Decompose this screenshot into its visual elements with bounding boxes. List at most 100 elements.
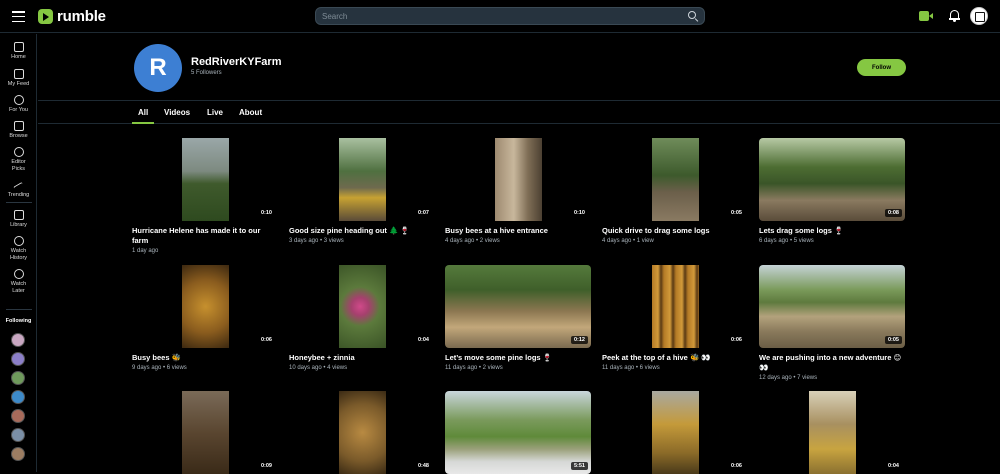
following-channel-avatar[interactable] [11, 333, 25, 347]
video-thumbnail[interactable]: 0:06 [602, 391, 748, 474]
sidebar-item-home[interactable]: Home [0, 42, 37, 61]
video-title[interactable]: Honeybee + zinnia [289, 353, 435, 363]
sidebar: Home My Feed For You Browse Editor Picks… [0, 34, 37, 472]
rumble-logo-icon [38, 9, 53, 24]
rumble-logo[interactable]: rumble [38, 8, 106, 25]
video-thumbnail[interactable]: 0:09 [132, 391, 278, 474]
sidebar-item-my-feed[interactable]: My Feed [0, 69, 37, 88]
sidebar-item-watch-later[interactable]: Watch Later [0, 269, 37, 294]
tab-live[interactable]: Live [207, 108, 223, 117]
video-title[interactable]: Quick drive to drag some logs [602, 226, 748, 236]
following-channel-avatar[interactable] [11, 447, 25, 461]
sidebar-divider [6, 309, 32, 310]
video-thumbnail[interactable]: 0:05 [759, 265, 905, 348]
channel-header: R RedRiverKYFarm 5 Followers Follow [38, 34, 1000, 101]
video-duration: 0:07 [414, 209, 432, 217]
tab-all[interactable]: All [131, 108, 155, 124]
video-duration: 0:05 [884, 336, 902, 344]
video-thumbnail[interactable]: 0:12 [445, 265, 591, 348]
video-duration: 0:06 [727, 336, 745, 344]
video-meta: 6 days ago • 5 views [759, 238, 814, 244]
following-channel-avatar[interactable] [11, 390, 25, 404]
video-thumbnail[interactable]: 0:08 [759, 138, 905, 221]
video-thumbnail[interactable]: 0:06 [602, 265, 748, 348]
video-meta: 1 day ago [132, 248, 159, 254]
video-meta: 11 days ago • 2 views [445, 365, 503, 371]
video-meta: 4 days ago • 2 views [445, 238, 500, 244]
video-meta: 11 days ago • 6 views [602, 365, 660, 371]
video-title[interactable]: Hurricane Helene has made it to our farm [132, 226, 278, 245]
feed-icon [13, 69, 24, 79]
video-thumbnail[interactable]: 0:04 [759, 391, 905, 474]
video-meta: 10 days ago • 4 views [289, 365, 348, 371]
video-title[interactable]: Let’s move some pine logs 🍷 [445, 353, 591, 363]
video-duration: 0:10 [570, 209, 588, 217]
user-avatar[interactable] [970, 7, 988, 25]
sidebar-divider [6, 202, 32, 203]
tab-about[interactable]: About [239, 108, 262, 117]
sidebar-item-editor-picks[interactable]: Editor Picks [0, 147, 37, 172]
video-duration: 0:06 [727, 462, 745, 470]
for-you-icon [13, 95, 24, 105]
sidebar-item-label: Watch Later [10, 281, 27, 294]
video-duration: 5:51 [570, 462, 588, 470]
video-thumbnail[interactable]: 5:51 [445, 391, 591, 474]
channel-name: RedRiverKYFarm [191, 56, 282, 68]
video-title[interactable]: We are pushing into a new adventure 😊 👀 [759, 353, 905, 372]
following-channel-avatar[interactable] [11, 409, 25, 423]
following-title: Following [5, 318, 32, 324]
video-title[interactable]: Peek at the top of a hive 🐝 👀 [602, 353, 748, 363]
video-thumbnail[interactable]: 0:48 [289, 391, 435, 474]
video-duration: 0:08 [884, 209, 902, 217]
sidebar-item-browse[interactable]: Browse [0, 121, 37, 140]
following-channel-avatar[interactable] [11, 428, 25, 442]
video-title[interactable]: Lets drag some logs 🍷 [759, 226, 905, 236]
video-duration: 0:06 [257, 336, 275, 344]
follow-button[interactable]: Follow [857, 59, 906, 76]
following-channel-avatar[interactable] [11, 371, 25, 385]
sidebar-item-label: Home [11, 54, 26, 60]
video-duration: 0:04 [414, 336, 432, 344]
video-thumbnail[interactable]: 0:07 [289, 138, 435, 221]
channel-avatar[interactable]: R [134, 44, 182, 92]
video-meta: 4 days ago • 1 view [602, 238, 654, 244]
sidebar-item-watch-history[interactable]: Watch History [0, 236, 37, 261]
library-icon [13, 210, 24, 220]
video-thumbnail[interactable]: 0:06 [132, 265, 278, 348]
sidebar-item-label: Library [10, 222, 27, 228]
sidebar-item-label: For You [9, 107, 28, 113]
sidebar-item-label: Browse [9, 133, 28, 139]
watch-later-icon [13, 269, 24, 279]
video-thumbnail[interactable]: 0:10 [132, 138, 278, 221]
search-icon[interactable] [688, 11, 698, 21]
notifications-bell-icon[interactable] [949, 10, 960, 22]
channel-tabs: All Videos Live About [38, 102, 1000, 124]
menu-icon[interactable] [12, 11, 25, 23]
sidebar-item-library[interactable]: Library [0, 210, 37, 229]
video-thumbnail[interactable]: 0:04 [289, 265, 435, 348]
video-title[interactable]: Good size pine heading out 🌲 🍷 [289, 226, 435, 236]
video-duration: 0:48 [414, 462, 432, 470]
video-meta: 3 days ago • 3 views [289, 238, 344, 244]
video-duration: 0:09 [257, 462, 275, 470]
video-meta: 12 days ago • 7 views [759, 375, 818, 381]
sidebar-item-label: Trending [7, 192, 30, 198]
following-channel-avatar[interactable] [11, 352, 25, 366]
sidebar-item-label: Watch History [9, 248, 28, 261]
video-title[interactable]: Busy bees 🐝 [132, 353, 278, 363]
sidebar-item-trending[interactable]: Trending [0, 180, 37, 199]
video-meta: 9 days ago • 6 views [132, 365, 187, 371]
top-bar: rumble [0, 0, 1000, 33]
browse-icon [13, 121, 24, 131]
logo-text: rumble [57, 8, 106, 25]
search-input[interactable] [322, 11, 688, 21]
sidebar-item-for-you[interactable]: For You [0, 95, 37, 114]
watch-history-icon [13, 236, 24, 246]
upload-video-icon[interactable] [919, 11, 933, 21]
video-thumbnail[interactable]: 0:10 [445, 138, 591, 221]
home-icon [13, 42, 24, 52]
tab-videos[interactable]: Videos [164, 108, 190, 117]
video-thumbnail[interactable]: 0:05 [602, 138, 748, 221]
sidebar-item-label: Editor Picks [11, 159, 26, 172]
video-title[interactable]: Busy bees at a hive entrance [445, 226, 591, 236]
